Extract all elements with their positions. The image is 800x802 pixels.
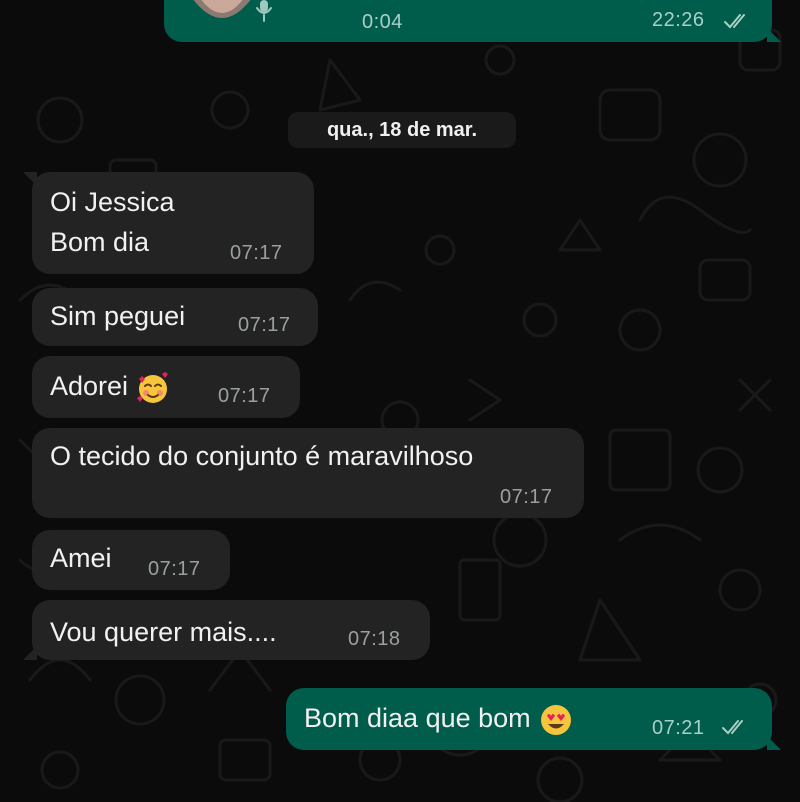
message-text: Vou querer mais.... (50, 617, 277, 647)
audio-duration: 0:04 (362, 11, 403, 33)
date-separator: qua., 18 de mar. (288, 112, 516, 148)
bubble-tail (23, 172, 37, 186)
audio-time: 22:26 (652, 9, 705, 31)
message-time: 07:17 (238, 314, 291, 336)
message-text: Bom diaa que bom (304, 698, 573, 738)
incoming-message[interactable]: Adorei 07:17 (32, 356, 300, 418)
chat-area[interactable]: 0:04 22:26 qua., 18 de mar. Oi Jessica B… (0, 0, 800, 802)
message-text-line: Bom dia (50, 227, 150, 257)
incoming-message[interactable]: O tecido do conjunto é maravilhoso 07:17 (32, 428, 584, 518)
message-text-value: Adorei (50, 371, 129, 401)
message-time: 07:17 (500, 486, 553, 508)
message-time: 07:17 (230, 242, 283, 264)
microphone-icon (256, 0, 272, 22)
audio-message-bubble[interactable]: 0:04 22:26 (164, 0, 781, 42)
incoming-message[interactable]: Vou querer mais.... 07:18 (23, 600, 430, 660)
bubble-tail (767, 28, 781, 42)
incoming-message[interactable]: Oi Jessica Bom dia 07:17 (23, 172, 314, 274)
bubble-tail (767, 736, 781, 750)
outgoing-message[interactable]: Bom diaa que bom 07:21 (286, 688, 781, 750)
message-text-value: Bom diaa que bom (304, 703, 531, 733)
avatar (193, 0, 251, 18)
message-text: Adorei (50, 366, 170, 406)
smiling-face-with-hearts-icon (137, 371, 169, 403)
heart-eyes-icon (540, 704, 571, 735)
message-time: 07:18 (348, 628, 401, 650)
message-text: O tecido do conjunto é maravilhoso (50, 441, 474, 471)
double-check-icon (724, 14, 745, 29)
message-text: Sim peguei (50, 301, 186, 331)
message-text-line: Oi Jessica (50, 187, 175, 217)
bubble-tail (23, 646, 37, 660)
message-time: 07:17 (218, 385, 271, 407)
incoming-message[interactable]: Sim peguei 07:17 (32, 288, 318, 346)
message-text: Amei (50, 543, 112, 573)
incoming-message[interactable]: Amei 07:17 (32, 530, 230, 590)
double-check-icon (722, 720, 743, 735)
message-time: 07:21 (652, 717, 705, 739)
message-time: 07:17 (148, 558, 201, 580)
